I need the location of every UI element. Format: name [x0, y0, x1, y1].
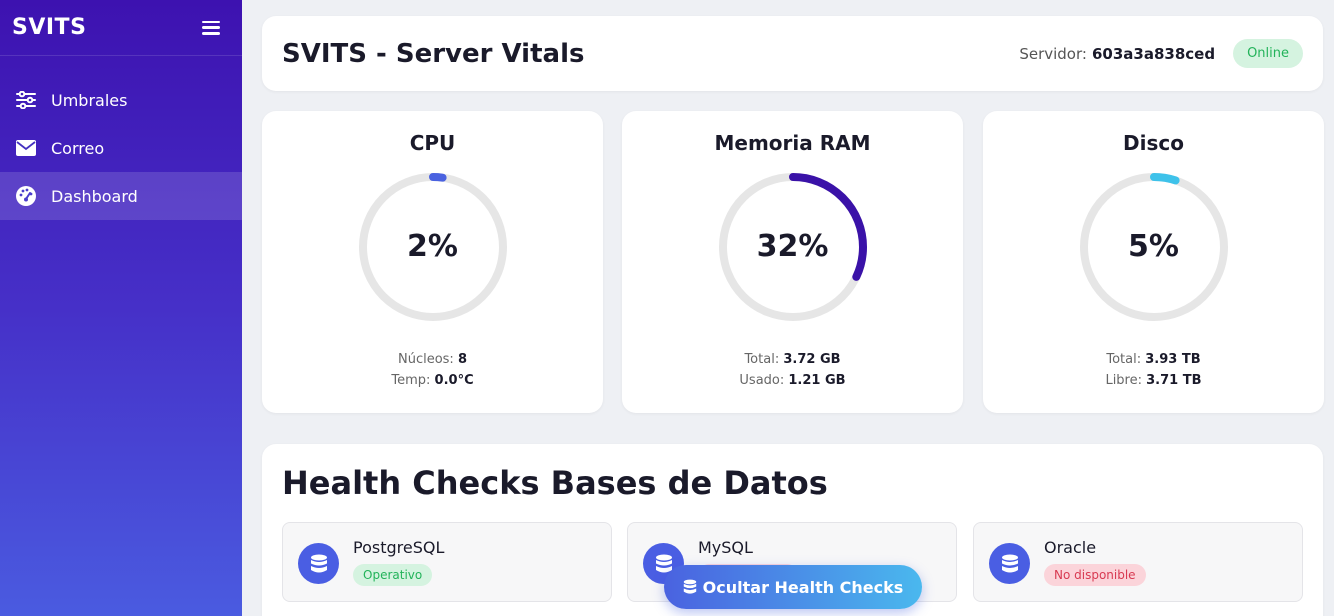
gauge-value: 32%: [756, 229, 829, 264]
sidebar-item-umbrales[interactable]: Umbrales: [0, 76, 242, 124]
metric-title: Disco: [1123, 131, 1184, 155]
sidebar-item-label: Umbrales: [51, 90, 128, 110]
metric-detail: Usado: 1.21 GB: [739, 373, 846, 388]
database-icon: [683, 579, 697, 595]
server-id: 603a3a838ced: [1091, 44, 1216, 63]
sidebar: SVITS Umbrales Correo Dashboard: [0, 0, 242, 616]
metric-title: Memoria RAM: [714, 131, 871, 155]
gauge-value: 5%: [1128, 229, 1179, 264]
button-label: Ocultar Health Checks: [702, 577, 904, 597]
status-badge: Online: [1233, 39, 1303, 68]
metric-detail: Libre: 3.71 TB: [1105, 373, 1202, 388]
envelope-icon: [16, 138, 36, 158]
database-icon: [989, 543, 1030, 584]
db-card-oracle: Oracle No disponible: [973, 522, 1303, 602]
status-badge: Operativo: [353, 564, 433, 586]
status-badge: No disponible: [1044, 564, 1146, 586]
sidebar-item-dashboard[interactable]: Dashboard: [0, 172, 242, 220]
brand-logo[interactable]: SVITS: [12, 15, 86, 40]
metric-detail: Total: 3.72 GB: [744, 352, 841, 367]
db-name: Oracle: [1044, 538, 1097, 557]
metric-title: CPU: [409, 131, 456, 155]
database-icon: [298, 543, 339, 584]
page-title: SVITS - Server Vitals: [282, 38, 585, 69]
sidebar-item-label: Dashboard: [51, 186, 138, 206]
header-card: SVITS - Server Vitals Servidor: 603a3a83…: [262, 16, 1323, 91]
db-name: PostgreSQL: [353, 538, 445, 557]
metric-detail: Total: 3.93 TB: [1106, 352, 1201, 367]
toggle-health-checks-button[interactable]: Ocultar Health Checks: [664, 565, 922, 609]
dashboard-icon: [16, 186, 36, 206]
ram-card: Memoria RAM 32% Total: 3.72 GB Usado: 1.…: [622, 111, 963, 413]
sidebar-item-label: Correo: [51, 138, 105, 158]
cpu-card: CPU 2% Núcleos: 8 Temp: 0.0°C: [262, 111, 603, 413]
db-name: MySQL: [698, 538, 753, 557]
disk-card: Disco 5% Total: 3.93 TB Libre: 3.71 TB: [983, 111, 1324, 413]
gauge-value: 2%: [407, 229, 458, 264]
metric-detail: Núcleos: 8: [397, 352, 467, 367]
server-label: Servidor:: [1019, 44, 1087, 63]
sidebar-item-correo[interactable]: Correo: [0, 124, 242, 172]
cpu-gauge: 2%: [357, 171, 509, 323]
sliders-icon: [16, 90, 36, 110]
metric-detail: Temp: 0.0°C: [391, 373, 474, 388]
sidebar-nav: Umbrales Correo Dashboard: [0, 76, 242, 220]
disk-gauge: 5%: [1078, 171, 1230, 323]
section-title: Health Checks Bases de Datos: [282, 464, 828, 502]
ram-gauge: 32%: [717, 171, 869, 323]
sidebar-header: SVITS: [0, 0, 242, 56]
server-info: Servidor: 603a3a838ced Online: [1019, 39, 1303, 68]
db-card-postgresql: PostgreSQL Operativo: [282, 522, 612, 602]
menu-toggle-icon[interactable]: [202, 20, 220, 35]
